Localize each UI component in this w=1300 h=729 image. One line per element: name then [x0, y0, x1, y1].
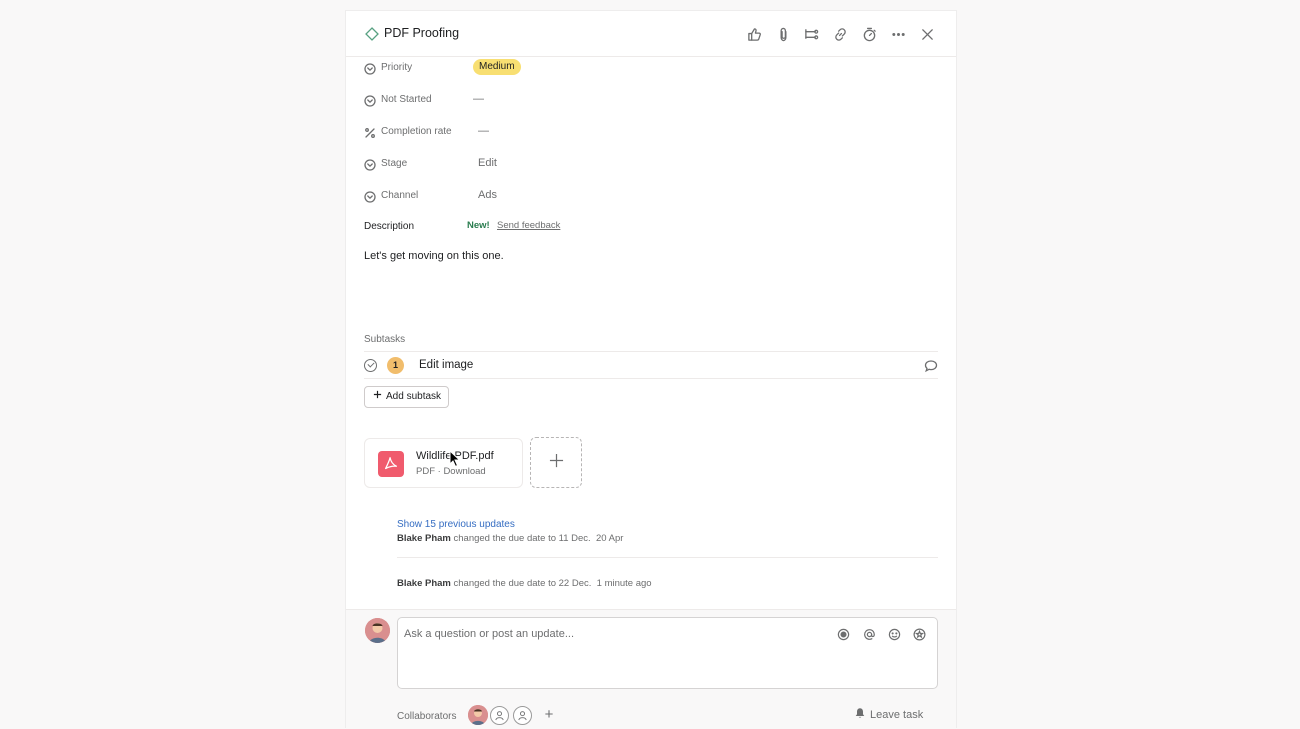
- milestone-diamond-icon[interactable]: [365, 27, 379, 41]
- task-detail-pane: PDF Proofing Priority Medium Not Started…: [345, 10, 957, 729]
- subtask-name[interactable]: Edit image: [419, 359, 473, 371]
- description-label: Description: [364, 221, 415, 232]
- leave-task-button[interactable]: Leave task: [854, 707, 923, 722]
- collaborators-label: Collaborators: [397, 711, 457, 722]
- new-badge: New!: [467, 220, 490, 231]
- field-value-status[interactable]: —: [473, 93, 484, 105]
- emoji-icon[interactable]: [887, 627, 901, 641]
- subtask-icon[interactable]: [801, 24, 821, 44]
- subtask-row[interactable]: 1 Edit image: [364, 351, 938, 379]
- comment-composer-area: Collaborators + Leave task: [346, 609, 956, 729]
- field-label-stage: Stage: [381, 158, 408, 169]
- task-header: PDF Proofing: [346, 11, 956, 57]
- send-feedback-link[interactable]: Send feedback: [497, 220, 560, 231]
- show-previous-updates-link[interactable]: Show 15 previous updates: [397, 519, 515, 530]
- pdf-file-icon: [378, 451, 404, 477]
- attachment-icon[interactable]: [773, 24, 793, 44]
- mouse-pointer-icon: [449, 449, 461, 468]
- mention-icon[interactable]: [862, 627, 876, 641]
- dropdown-circle-icon: [364, 94, 376, 107]
- empty-collaborator-icon[interactable]: [513, 706, 532, 725]
- dropdown-circle-icon: [364, 190, 376, 203]
- activity-time: 1 minute ago: [596, 578, 652, 589]
- field-status: Not Started —: [364, 91, 934, 111]
- dropdown-circle-icon: [364, 158, 376, 171]
- activity-entry: Blake Pham changed the due date to 11 De…: [397, 533, 623, 544]
- field-priority: Priority Medium: [364, 59, 934, 79]
- comment-box[interactable]: [397, 617, 938, 689]
- priority-badge[interactable]: Medium: [473, 59, 521, 75]
- percent-icon: [364, 126, 376, 138]
- more-icon[interactable]: [888, 24, 908, 44]
- field-label-status: Not Started: [381, 94, 432, 105]
- comment-icon[interactable]: [924, 359, 938, 373]
- divider: [397, 557, 938, 558]
- dropdown-circle-icon: [364, 62, 376, 75]
- empty-collaborator-icon[interactable]: [490, 706, 509, 725]
- add-subtask-label: Add subtask: [386, 391, 442, 402]
- field-stage: Stage Edit: [364, 155, 934, 175]
- subtasks-label: Subtasks: [364, 334, 406, 345]
- plus-icon: [373, 387, 382, 407]
- field-label-channel: Channel: [381, 190, 419, 201]
- field-value-channel[interactable]: Ads: [478, 189, 497, 201]
- comment-input[interactable]: [404, 624, 824, 644]
- appreciation-star-icon[interactable]: [912, 627, 926, 641]
- field-value-completion[interactable]: —: [478, 125, 489, 137]
- subtask-number-badge: 1: [387, 357, 404, 374]
- activity-entry: Blake Pham changed the due date to 22 De…: [397, 578, 652, 589]
- add-collaborator-button[interactable]: +: [541, 706, 557, 724]
- plus-icon: [549, 453, 564, 473]
- attachment-card[interactable]: Wildlife PDF.pdf PDF · Download: [364, 438, 523, 488]
- collaborator-avatar[interactable]: [468, 705, 488, 725]
- description-text[interactable]: Let's get moving on this one.: [364, 250, 504, 262]
- activity-author[interactable]: Blake Pham: [397, 533, 451, 544]
- add-subtask-button[interactable]: Add subtask: [364, 386, 450, 408]
- close-icon[interactable]: [917, 24, 937, 44]
- record-icon[interactable]: [836, 627, 850, 641]
- field-label-priority: Priority: [381, 62, 413, 73]
- field-channel: Channel Ads: [364, 187, 934, 207]
- field-value-stage[interactable]: Edit: [478, 157, 497, 169]
- bell-icon: [854, 707, 866, 722]
- activity-text: changed the due date to 11 Dec.: [453, 533, 591, 544]
- task-title[interactable]: PDF Proofing: [384, 26, 459, 40]
- field-completion-rate: Completion rate —: [364, 123, 934, 143]
- like-icon[interactable]: [744, 24, 764, 44]
- activity-author[interactable]: Blake Pham: [397, 578, 451, 589]
- activity-time: 20 Apr: [595, 533, 624, 544]
- subtask-complete-checkbox[interactable]: [364, 359, 377, 372]
- add-attachment-button[interactable]: [530, 437, 582, 488]
- timer-icon[interactable]: [859, 24, 879, 44]
- leave-task-label: Leave task: [870, 708, 924, 721]
- activity-text: changed the due date to 22 Dec.: [453, 578, 592, 589]
- field-label-completion: Completion rate: [381, 126, 452, 137]
- current-user-avatar: [365, 618, 390, 643]
- link-icon[interactable]: [830, 24, 850, 44]
